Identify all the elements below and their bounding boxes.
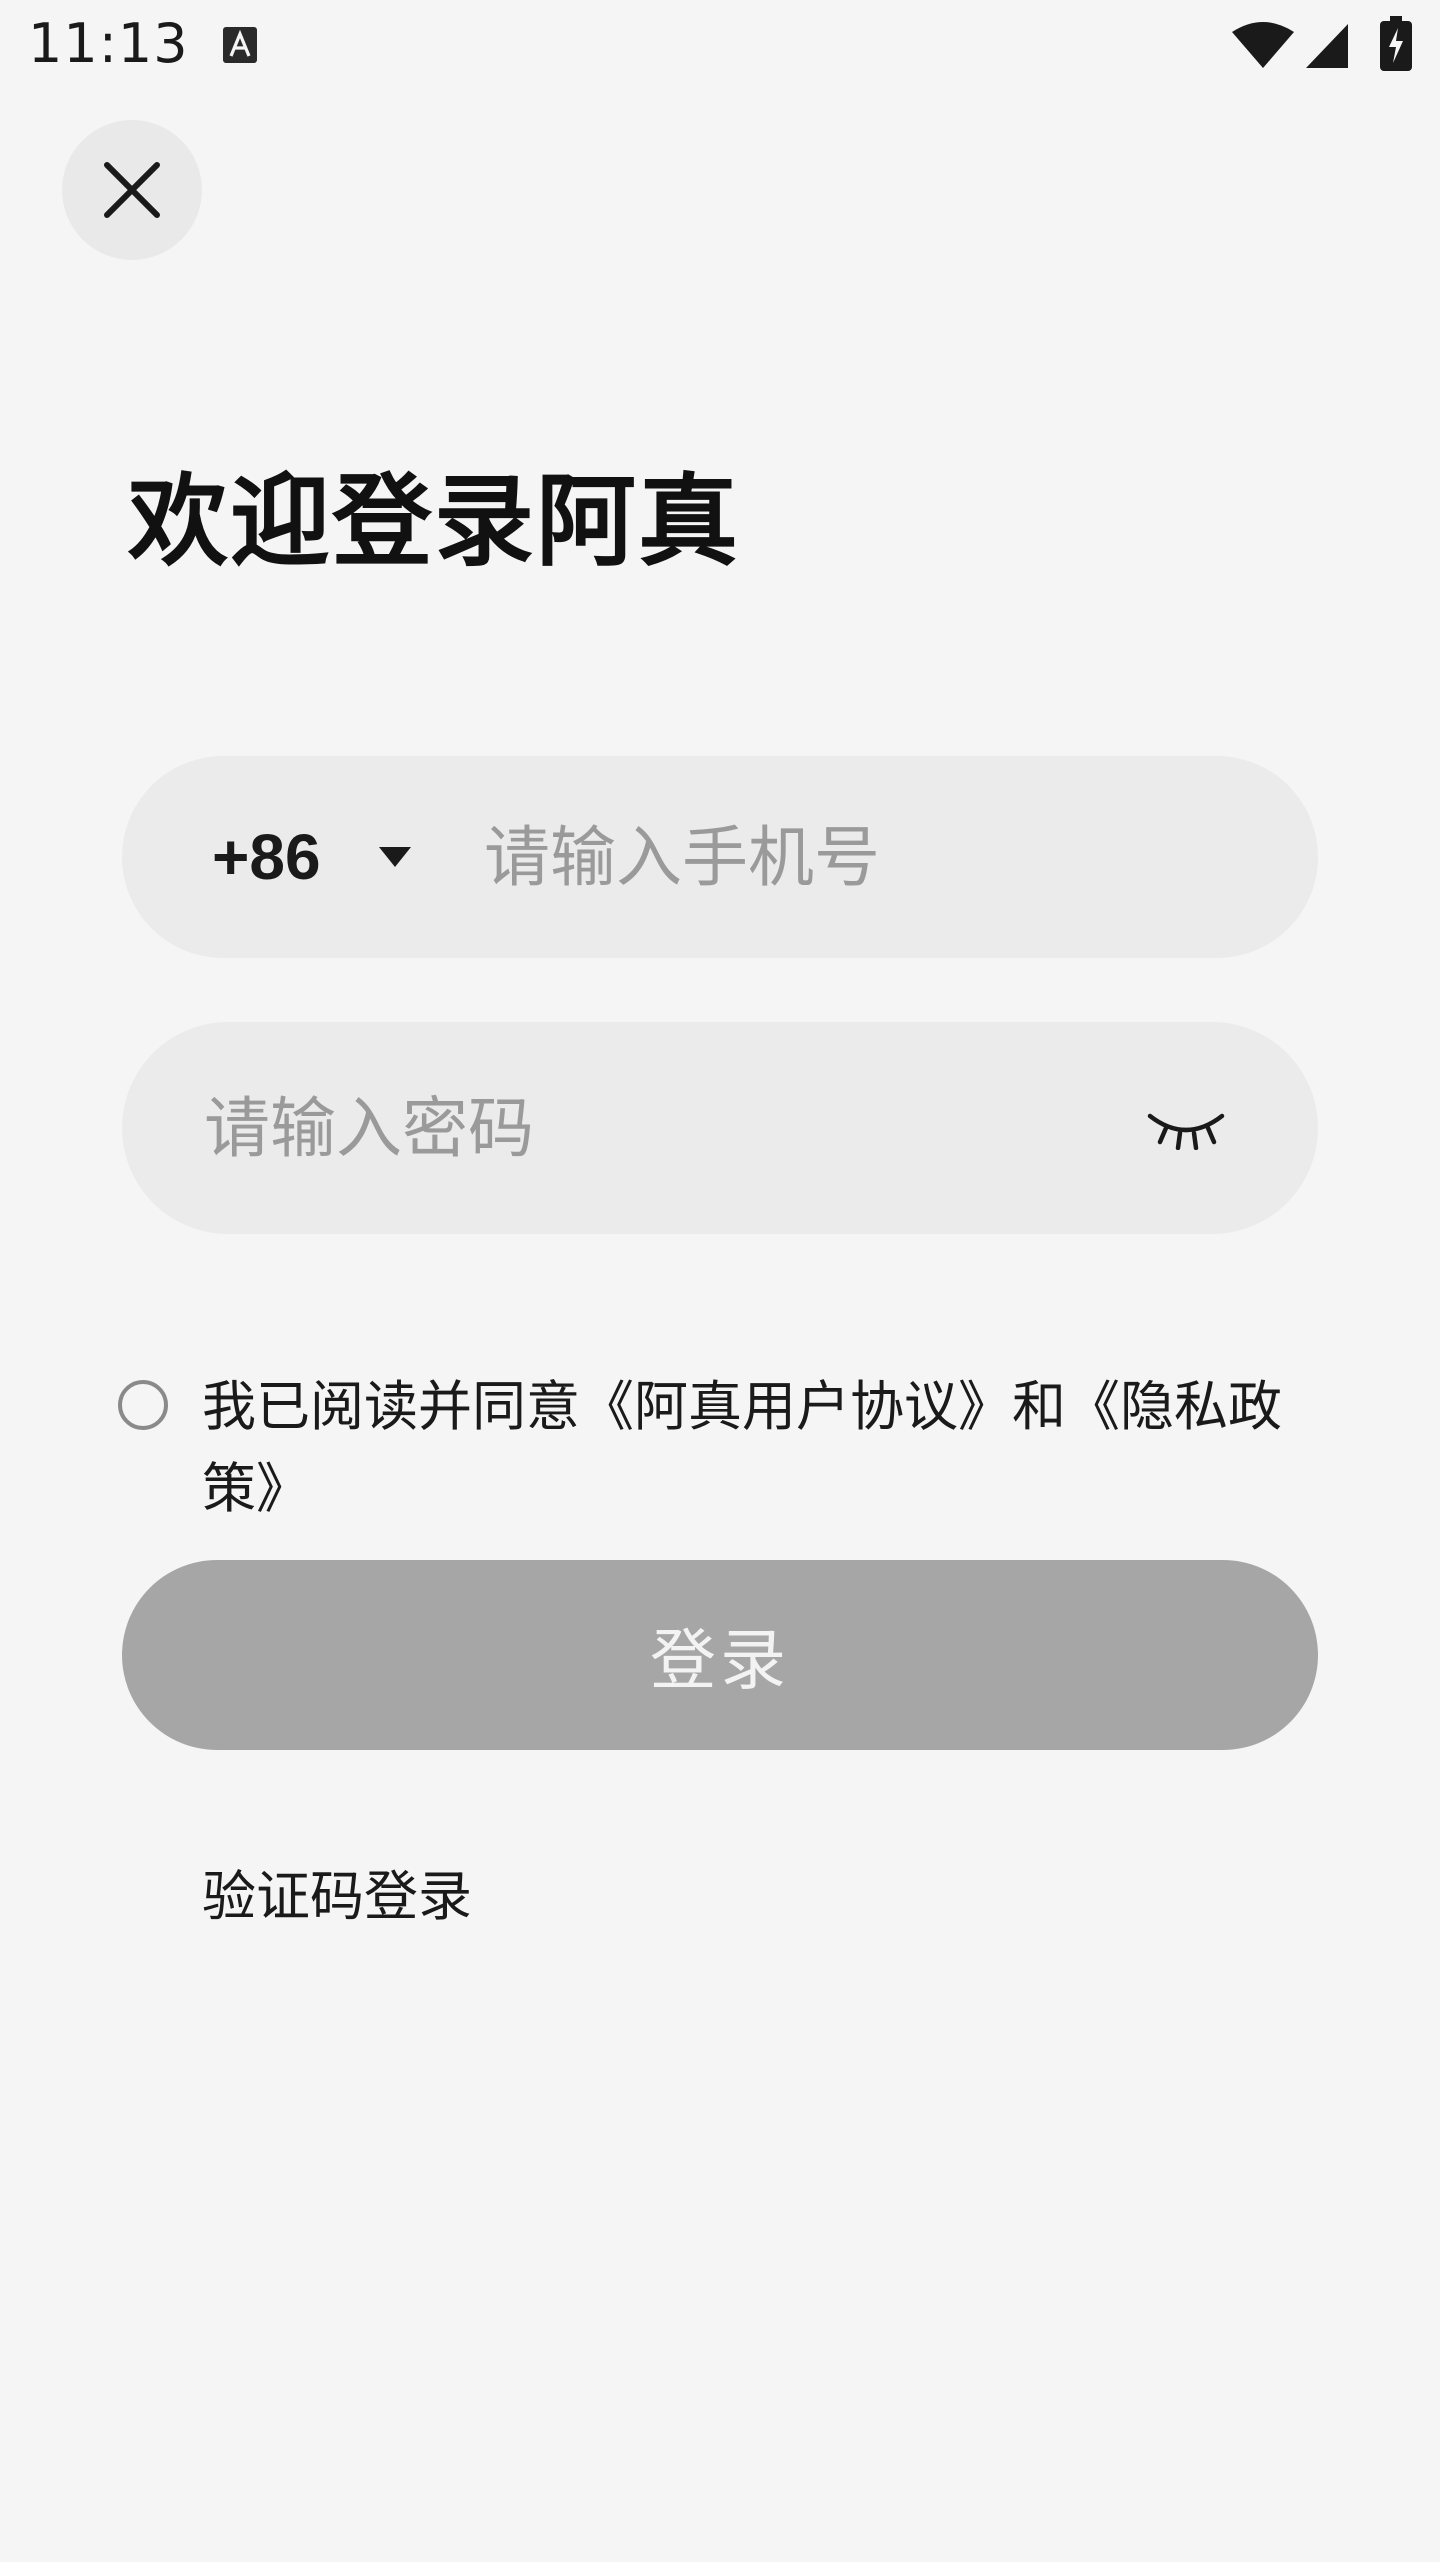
status-bar: 11:13: [0, 0, 1440, 90]
a-icon: [223, 27, 257, 63]
page-title: 欢迎登录阿真: [128, 463, 740, 580]
login-button[interactable]: 登录: [122, 1560, 1318, 1750]
verification-code-login-link[interactable]: 验证码登录: [202, 1852, 472, 1931]
chevron-down-icon[interactable]: [377, 845, 413, 869]
battery-charging-icon: [1380, 16, 1412, 71]
phone-input[interactable]: [482, 796, 1246, 918]
status-time: 11:13: [28, 12, 189, 75]
wifi-icon: [1232, 22, 1294, 68]
phone-field: +86: [122, 756, 1318, 958]
agreement-radio[interactable]: [118, 1380, 168, 1430]
close-button[interactable]: [62, 120, 202, 260]
signal-icon: [1306, 24, 1348, 68]
agreement-text: 我已阅读并同意《阿真用户协议》和《隐私政策》: [202, 1366, 1282, 1530]
agreement-conjunction: 和: [1012, 1375, 1066, 1438]
password-field: [122, 1022, 1318, 1234]
login-screen: 11:13 欢迎登录阿真 +86 请输入手机号 我已阅读并同意《阿真用户协议》和…: [0, 0, 1440, 2562]
user-agreement-link[interactable]: 《阿真用户协议》: [580, 1375, 1012, 1438]
close-icon: [104, 162, 160, 218]
eye-closed-icon[interactable]: [1146, 1106, 1226, 1150]
password-input[interactable]: [202, 1067, 1106, 1189]
agreement-prefix: 我已阅读并同意: [202, 1375, 580, 1438]
country-code-selector[interactable]: +86: [212, 820, 321, 894]
